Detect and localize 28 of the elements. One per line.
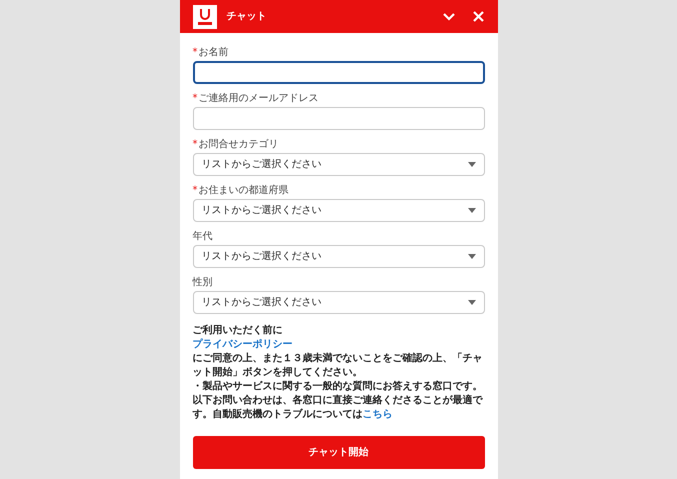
field-label: 性別 (192, 276, 212, 290)
caret-icon (468, 300, 476, 305)
field-label: お名前 (198, 46, 228, 60)
info-text: ・製品やサービスに関する一般的な質問にお答えする窓口です。以下お問い合わせは、各窓口に直接ご連絡くださることが最適です。自動販売機のトラブルについてはこちら (192, 380, 484, 422)
caret-icon (468, 254, 476, 259)
caret-icon (468, 208, 476, 213)
privacy-policy-link[interactable]: プライバシーポリシー (192, 338, 292, 352)
required-mark: * (192, 184, 198, 198)
consent-text: にご同意の上、また１３歳未満でないことをご確認の上、「チャット開始」ボタンを押してください。 (192, 352, 484, 380)
required-mark: * (192, 138, 198, 152)
logo-icon (192, 4, 216, 28)
start-chat-button[interactable]: チャット開始 (192, 436, 484, 469)
notice-heading: ご利用いただく前に (192, 324, 284, 338)
caret-icon (468, 162, 476, 167)
field-label: ご連絡用のメールアドレス (198, 92, 318, 106)
field-label: お住まいの都道府県 (198, 184, 288, 198)
field-label: 年代 (192, 230, 212, 244)
select-field[interactable]: リストからご選択ください (192, 245, 484, 268)
required-mark: * (192, 46, 198, 60)
close-button[interactable] (472, 10, 484, 23)
select-field[interactable]: リストからご選択ください (192, 199, 484, 222)
chat-title: チャット (226, 10, 266, 24)
select-field[interactable]: リストからご選択ください (192, 153, 484, 176)
select-field[interactable]: リストからご選択ください (192, 291, 484, 314)
input-field[interactable] (192, 61, 484, 84)
info-link[interactable]: こちら (362, 409, 392, 420)
required-mark: * (192, 92, 198, 106)
field-label: お問合せカテゴリ (198, 138, 278, 152)
